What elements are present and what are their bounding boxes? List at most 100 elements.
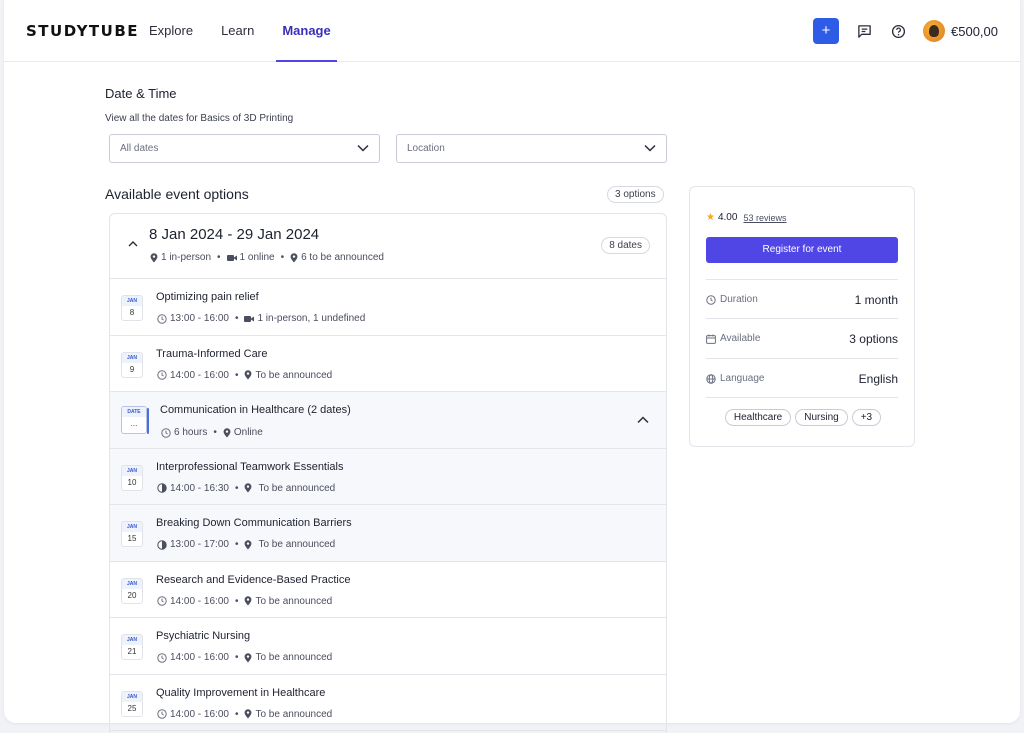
location-filter-value: Location: [407, 143, 445, 154]
chat-icon[interactable]: [855, 22, 873, 40]
event-meta: 14:00 - 16:00 • To be announced: [157, 370, 332, 381]
list-item[interactable]: JAN 10 Interprofessional Teamwork Essenti…: [110, 448, 666, 505]
section-title: Available event options: [105, 186, 249, 202]
event-title: Interprofessional Teamwork Essentials: [156, 460, 344, 473]
duration-value: 1 month: [854, 293, 898, 307]
available-row: Available 3 options: [706, 318, 898, 358]
clock-icon: [157, 652, 167, 663]
online-count: 1 online: [239, 252, 275, 263]
duration-label: Duration: [720, 294, 758, 305]
event-title: Optimizing pain relief: [156, 291, 259, 303]
chevron-up-icon[interactable]: [128, 240, 138, 247]
tag-list: Healthcare Nursing +3: [690, 409, 916, 426]
tag-healthcare[interactable]: Healthcare: [724, 409, 792, 426]
list-item[interactable]: JAN 9 Trauma-Informed Care 14:00 - 16:00 …: [110, 336, 666, 392]
pin-icon: [223, 427, 231, 437]
register-button[interactable]: Register for event: [706, 237, 898, 263]
nav-manage[interactable]: Manage: [276, 0, 338, 62]
clock-icon: [157, 709, 167, 719]
event-location: To be announced: [255, 652, 333, 663]
calendar-icon: [706, 334, 716, 344]
date-range-group[interactable]: 8 Jan 2024 - 29 Jan 2024 1 in-person • 1…: [110, 214, 666, 279]
session-duration: 6 hours: [174, 427, 208, 438]
event-time: 14:00 - 16:00: [170, 652, 229, 663]
list-item[interactable]: JAN 20 Research and Evidence-Based Practi…: [110, 562, 666, 618]
event-title: Trauma-Informed Care: [156, 347, 268, 360]
pin-icon: [245, 596, 252, 606]
wallet-balance[interactable]: €500,00: [951, 24, 998, 39]
date-range-title: 8 Jan 2024 - 29 Jan 2024: [149, 226, 320, 243]
nav-learn[interactable]: Learn: [221, 0, 254, 62]
language-value: English: [858, 372, 898, 386]
event-location: To be announced: [255, 369, 333, 381]
event-meta: 14:00 - 16:30 • To be announced: [157, 483, 335, 494]
main-nav: Explore Learn Manage: [149, 0, 359, 62]
nav-explore[interactable]: Explore: [149, 0, 193, 62]
video-icon: [226, 254, 237, 261]
event-time: 14:00 - 16:00: [170, 595, 229, 607]
calendar-date-icon: JAN 20: [121, 577, 143, 604]
calendar-date-icon: JAN 21: [121, 634, 143, 660]
logo[interactable]: STUDYTUBE: [26, 22, 139, 40]
session-group-meta: 6 hours • Online: [161, 427, 263, 438]
pin-icon: [245, 370, 252, 380]
dates-count-badge: 8 dates: [601, 237, 650, 254]
star-icon: ★: [706, 212, 715, 223]
event-time: 14:00 - 16:00: [170, 369, 229, 381]
date-filter-value: All dates: [120, 143, 159, 154]
tag-nursing[interactable]: Nursing: [795, 409, 848, 426]
available-label: Available: [720, 333, 761, 344]
header-actions: + €500,00: [813, 18, 998, 44]
page-subtitle: View all the dates for Basics of 3D Prin…: [105, 113, 294, 124]
add-button[interactable]: +: [813, 18, 839, 44]
list-item[interactable]: JAN 15 Breaking Down Communication Barrie…: [110, 505, 666, 562]
list-item[interactable]: JAN 8 Optimizing pain relief 13:00 - 16:0…: [110, 279, 666, 336]
help-icon[interactable]: [889, 22, 907, 40]
top-bar: STUDYTUBE Explore Learn Manage + €500,00: [4, 0, 1020, 62]
event-location: 1 in-person, 1 undefined: [257, 313, 366, 324]
session-location: Online: [233, 427, 263, 438]
location-filter-select[interactable]: Location: [396, 134, 667, 163]
session-group[interactable]: DATE... Communication in Healthcare (2 d…: [110, 392, 666, 449]
avatar[interactable]: [923, 20, 945, 42]
event-title: Research and Evidence-Based Practice: [156, 573, 351, 586]
calendar-date-icon: JAN 10: [121, 464, 143, 491]
chevron-up-icon[interactable]: [637, 416, 649, 424]
inperson-count: 1 in-person: [161, 252, 212, 263]
pin-icon: [245, 652, 252, 662]
options-count-badge: 3 options: [607, 186, 664, 203]
pin-icon: [150, 252, 158, 262]
half-clock-icon: [157, 483, 167, 493]
event-location: To be announced: [255, 595, 333, 607]
event-title: Quality Improvement in Healthcare: [156, 686, 326, 699]
tag-more[interactable]: +3: [851, 409, 882, 426]
event-location: To be announced: [255, 708, 333, 720]
clock-icon: [157, 370, 167, 380]
rating: ★ 4.00 53 reviews: [706, 212, 786, 223]
event-meta: 13:00 - 17:00 • To be announced: [157, 539, 335, 550]
event-title: Breaking Down Communication Barriers: [156, 517, 352, 529]
available-value: 3 options: [849, 332, 898, 346]
video-icon: [244, 315, 255, 322]
event-meta: 14:00 - 16:00 • To be announced: [157, 652, 332, 663]
list-item[interactable]: JAN 25 Quality Improvement in Healthcare …: [110, 675, 666, 731]
event-summary-card: ★ 4.00 53 reviews Register for event Dur…: [689, 186, 915, 447]
event-location: To be announced: [258, 539, 336, 550]
reviews-link[interactable]: 53 reviews: [743, 213, 786, 223]
pin-icon: [245, 539, 252, 549]
pin-icon: [245, 483, 252, 493]
divider: [706, 397, 898, 398]
duration-row: Duration 1 month: [706, 279, 898, 319]
calendar-date-icon: DATE...: [121, 406, 149, 434]
pin-icon: [290, 252, 298, 262]
calendar-date-icon: JAN 25: [121, 690, 143, 717]
date-filter-select[interactable]: All dates: [109, 134, 380, 163]
globe-icon: [706, 373, 716, 384]
event-meta: 14:00 - 16:00 • To be announced: [157, 709, 332, 720]
clock-icon: [706, 294, 716, 305]
list-item[interactable]: JAN 21 Psychiatric Nursing 14:00 - 16:00 …: [110, 618, 666, 675]
event-options-list: 8 Jan 2024 - 29 Jan 2024 1 in-person • 1…: [109, 213, 667, 733]
half-clock-icon: [157, 539, 167, 550]
calendar-date-icon: JAN 15: [121, 521, 143, 547]
pin-icon: [245, 709, 252, 719]
